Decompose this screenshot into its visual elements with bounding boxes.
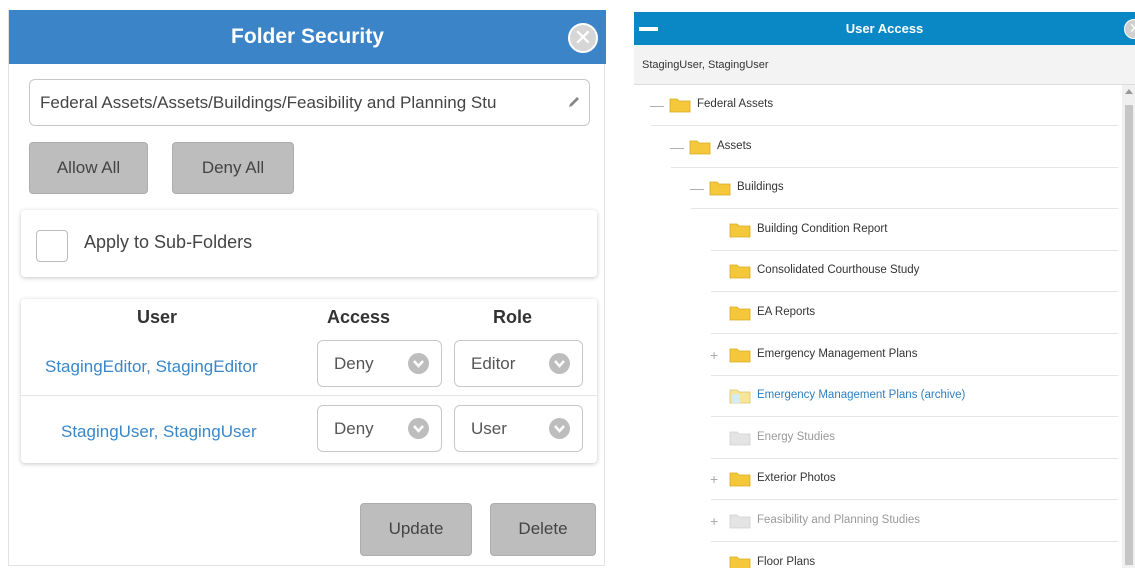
tree-node[interactable]: + Exterior Photos xyxy=(710,459,1118,500)
folder-icon xyxy=(729,431,751,446)
scrollbar-thumb[interactable] xyxy=(1125,105,1133,565)
role-value: User xyxy=(471,419,507,438)
folder-security-dialog: Folder Security ✕ Federal Assets/Assets/… xyxy=(8,10,606,566)
column-header-access: Access xyxy=(327,307,391,327)
dialog-title: Folder Security xyxy=(231,25,384,48)
tree-node-label: Emergency Management Plans (archive) xyxy=(757,389,966,401)
delete-button[interactable]: Delete xyxy=(490,503,596,556)
tree-node-label: Federal Assets xyxy=(697,98,774,110)
folder-icon xyxy=(729,306,751,321)
tree-node-label: Energy Studies xyxy=(757,431,835,443)
role-value: Editor xyxy=(471,354,516,373)
folder-icon xyxy=(729,514,751,529)
update-button[interactable]: Update xyxy=(360,503,472,556)
folder-icon xyxy=(689,140,711,155)
access-value: Deny xyxy=(334,419,374,438)
apply-subfolders-label: Apply to Sub-Folders xyxy=(84,232,253,252)
close-icon[interactable]: ✕ xyxy=(1124,19,1135,39)
chevron-down-icon xyxy=(408,353,429,374)
tree-node[interactable]: Building Condition Report xyxy=(711,210,1118,251)
tree-node[interactable]: EA Reports xyxy=(711,293,1118,334)
collapse-icon[interactable]: — xyxy=(650,98,664,112)
access-select[interactable]: Deny xyxy=(317,340,442,387)
tree-node[interactable]: — Buildings xyxy=(690,168,1118,209)
minimize-icon[interactable] xyxy=(639,27,658,31)
tree-node-label: Building Condition Report xyxy=(757,223,888,235)
collapse-icon[interactable]: — xyxy=(670,140,684,154)
folder-icon xyxy=(729,223,751,238)
collapse-icon[interactable]: — xyxy=(690,181,704,195)
user-link[interactable]: StagingUser, StagingUser xyxy=(61,422,257,442)
tree-node[interactable]: + Feasibility and Planning Studies xyxy=(710,501,1118,542)
folder-icon xyxy=(729,389,751,404)
tree-node[interactable]: Emergency Management Plans (archive) xyxy=(711,376,1118,417)
deny-all-button[interactable]: Deny All xyxy=(172,142,294,194)
tree-node-label: Assets xyxy=(717,140,752,152)
close-icon[interactable]: ✕ xyxy=(568,23,598,53)
expand-icon[interactable]: + xyxy=(710,348,720,362)
expand-icon[interactable]: + xyxy=(710,472,720,486)
access-select[interactable]: Deny xyxy=(317,405,442,452)
tree-node[interactable]: Energy Studies xyxy=(711,418,1118,459)
chevron-down-icon xyxy=(408,418,429,439)
column-header-role: Role xyxy=(493,307,533,327)
row-divider xyxy=(21,395,597,396)
scroll-up-arrow-icon[interactable] xyxy=(1125,89,1133,94)
scrollbar[interactable] xyxy=(1122,85,1135,568)
column-header-user: User xyxy=(137,307,178,327)
tree-node[interactable]: Floor Plans xyxy=(711,543,1118,568)
access-value: Deny xyxy=(334,354,374,373)
user-link[interactable]: StagingEditor, StagingEditor xyxy=(45,357,258,377)
expand-icon[interactable]: + xyxy=(710,514,720,528)
tree-node-label: Buildings xyxy=(737,181,784,193)
folder-icon xyxy=(729,264,751,279)
allow-all-button[interactable]: Allow All xyxy=(29,142,148,194)
folder-icon xyxy=(669,98,691,113)
folder-icon xyxy=(709,181,731,196)
tree-node-label: Emergency Management Plans xyxy=(757,348,918,360)
panel-title: User Access xyxy=(845,21,924,36)
selected-user: StagingUser, StagingUser xyxy=(634,45,1135,85)
panel-header: User Access ✕ xyxy=(634,12,1135,45)
tree-node[interactable]: — Assets xyxy=(670,127,1118,168)
dialog-header: Folder Security ✕ xyxy=(9,10,606,64)
tree-node-label: EA Reports xyxy=(757,306,816,318)
apply-subfolders-checkbox[interactable] xyxy=(36,230,68,262)
tree-node-label: Exterior Photos xyxy=(757,472,836,484)
folder-icon xyxy=(729,472,751,487)
tree-node[interactable]: — Federal Assets xyxy=(650,85,1118,126)
folder-path-input[interactable]: Federal Assets/Assets/Buildings/Feasibil… xyxy=(29,79,590,126)
chevron-down-icon xyxy=(549,418,570,439)
tree-node[interactable]: + Emergency Management Plans xyxy=(710,335,1118,376)
tree-node-label: Consolidated Courthouse Study xyxy=(757,264,920,276)
folder-tree: — Federal Assets — Assets — Buildings Building… xyxy=(634,85,1135,568)
pencil-icon[interactable] xyxy=(567,95,581,109)
permissions-table: User Access Role StagingEditor, StagingE… xyxy=(21,299,597,463)
folder-icon xyxy=(729,556,751,568)
chevron-down-icon xyxy=(549,353,570,374)
tree-node-label: Floor Plans xyxy=(757,556,816,568)
apply-subfolders-card: Apply to Sub-Folders xyxy=(21,210,597,277)
role-select[interactable]: Editor xyxy=(454,340,583,387)
folder-icon xyxy=(729,348,751,363)
tree-node-label: Feasibility and Planning Studies xyxy=(757,514,921,526)
user-access-panel: User Access ✕ StagingUser, StagingUser —… xyxy=(634,12,1135,568)
role-select[interactable]: User xyxy=(454,405,583,452)
folder-path-text: Federal Assets/Assets/Buildings/Feasibil… xyxy=(40,93,497,112)
tree-node[interactable]: Consolidated Courthouse Study xyxy=(711,251,1118,292)
